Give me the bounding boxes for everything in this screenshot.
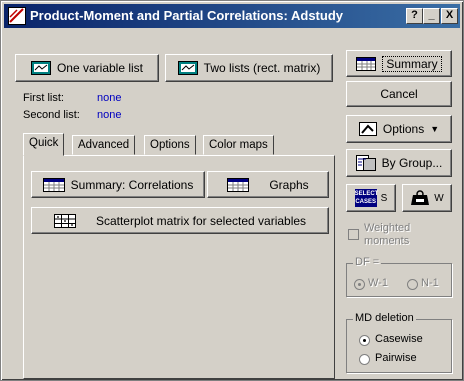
- df-n1-radio[interactable]: [407, 279, 418, 290]
- second-list-value: none: [97, 109, 122, 121]
- variables-icon: [30, 61, 51, 75]
- pairwise-radio[interactable]: [359, 354, 370, 365]
- weight-icon: [411, 190, 430, 205]
- weight-suffix: W: [434, 192, 444, 204]
- spreadsheet-icon: [42, 177, 65, 192]
- cancel-label: Cancel: [380, 87, 418, 101]
- tab-quick[interactable]: Quick: [23, 133, 65, 156]
- help-button[interactable]: ?: [406, 8, 423, 24]
- second-list-label: Second list:: [23, 109, 80, 121]
- summary-correlations-button[interactable]: Summary: Correlations: [31, 171, 205, 198]
- casewise-radio[interactable]: [359, 335, 370, 346]
- weight-button[interactable]: W: [402, 184, 452, 212]
- tab-options[interactable]: Options: [144, 135, 196, 155]
- graphs-label: Graphs: [269, 177, 309, 192]
- one-variable-list-button[interactable]: One variable list: [15, 54, 159, 82]
- dropdown-arrow-icon: ▼: [430, 124, 440, 134]
- scatterplot-matrix-icon: [53, 213, 76, 228]
- select-cases-suffix: S: [380, 192, 388, 204]
- casewise-label: Casewise: [375, 333, 423, 345]
- one-variable-list-label: One variable list: [56, 61, 144, 75]
- df-w1-label: W-1: [368, 277, 388, 289]
- md-deletion-groupbox: MD deletion: [346, 312, 452, 373]
- options-label: Options: [382, 122, 425, 136]
- first-list-value: none: [97, 92, 122, 104]
- df-label: DF =: [353, 256, 382, 268]
- weighted-moments-label: Weighted moments: [364, 222, 411, 247]
- variables-icon: [177, 61, 198, 75]
- options-button[interactable]: Options ▼: [346, 115, 452, 143]
- options-icon: [358, 122, 377, 136]
- by-group-icon: [355, 155, 376, 171]
- pairwise-label: Pairwise: [375, 352, 417, 364]
- cancel-button[interactable]: Cancel: [346, 81, 452, 107]
- by-group-label: By Group...: [381, 156, 443, 170]
- two-lists-label: Two lists (rect. matrix): [203, 61, 321, 75]
- df-n1-label: N-1: [421, 277, 439, 289]
- summary-correlations-label: Summary: Correlations: [70, 177, 194, 192]
- tab-color-maps[interactable]: Color maps: [203, 135, 274, 155]
- tab-advanced[interactable]: Advanced: [72, 135, 136, 155]
- title-bar[interactable]: Product-Moment and Partial Correlations:…: [4, 4, 460, 28]
- graph-icon: [227, 177, 250, 192]
- weighted-moments-checkbox[interactable]: [348, 229, 359, 240]
- minimize-button[interactable]: _: [423, 8, 440, 24]
- md-deletion-label: MD deletion: [353, 312, 416, 324]
- scatterplot-matrix-button[interactable]: Scatterplot matrix for selected variable…: [31, 207, 329, 234]
- close-button[interactable]: X: [441, 8, 458, 24]
- two-lists-button[interactable]: Two lists (rect. matrix): [165, 54, 333, 82]
- correlations-dialog: Product-Moment and Partial Correlations:…: [0, 0, 464, 381]
- first-list-label: First list:: [23, 92, 64, 104]
- spreadsheet-icon: [356, 56, 377, 71]
- scatterplot-matrix-label: Scatterplot matrix for selected variable…: [95, 213, 307, 228]
- summary-label: Summary: [382, 55, 442, 72]
- select-cases-button[interactable]: SELECT CASES S: [346, 184, 396, 212]
- window-title: Product-Moment and Partial Correlations:…: [30, 8, 343, 23]
- df-w1-radio[interactable]: [354, 279, 365, 290]
- correlation-app-icon: [8, 7, 26, 25]
- graphs-button[interactable]: Graphs: [207, 171, 329, 198]
- select-cases-icon: SELECT CASES: [354, 189, 379, 207]
- by-group-button[interactable]: By Group...: [346, 149, 452, 177]
- summary-button[interactable]: Summary: [346, 50, 452, 77]
